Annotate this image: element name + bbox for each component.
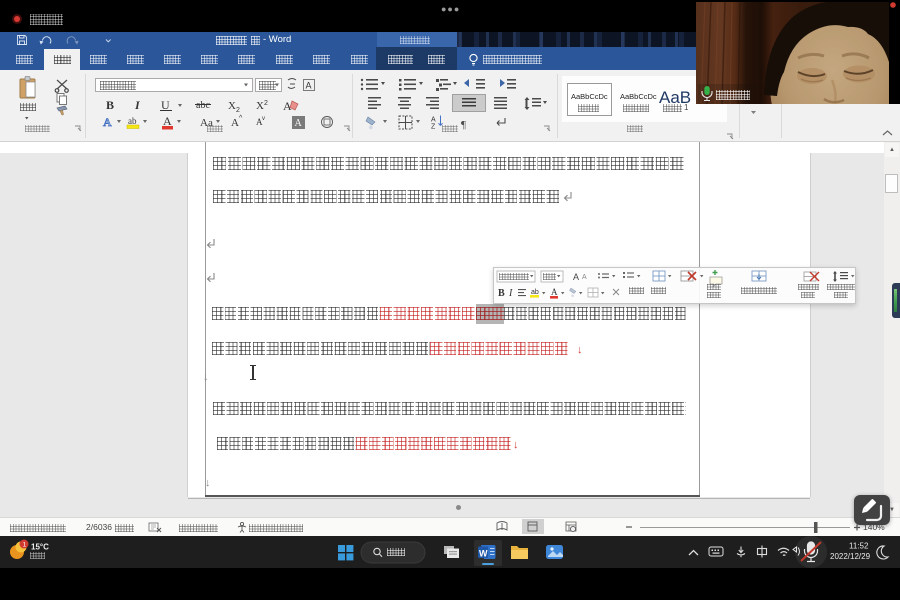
svg-text:A: A — [582, 274, 587, 281]
svg-text:A: A — [295, 118, 303, 129]
svg-text:W: W — [479, 548, 488, 558]
svg-text:A: A — [103, 115, 112, 129]
svg-text:15°C: 15°C — [31, 543, 49, 552]
svg-text:AaBbCcDc: AaBbCcDc — [620, 92, 657, 101]
svg-text:B: B — [106, 98, 114, 112]
svg-text:ab: ab — [531, 289, 539, 296]
svg-text:2: 2 — [236, 107, 240, 114]
svg-text:v: v — [262, 116, 265, 122]
svg-text:Z: Z — [431, 124, 436, 131]
svg-text:¶: ¶ — [461, 119, 466, 131]
svg-text:^: ^ — [239, 115, 243, 122]
svg-text:I: I — [134, 98, 141, 112]
svg-text:1: 1 — [23, 542, 27, 549]
svg-text:A: A — [431, 117, 436, 124]
svg-text:U: U — [161, 98, 170, 112]
svg-text:B: B — [498, 288, 505, 299]
svg-text:X: X — [228, 100, 236, 112]
svg-text:X: X — [256, 100, 264, 112]
svg-text:ab: ab — [128, 116, 137, 126]
svg-text:A: A — [573, 272, 579, 282]
svg-text:AaBbCcDc: AaBbCcDc — [571, 92, 608, 101]
svg-text:abc: abc — [196, 100, 210, 111]
svg-text:A: A — [306, 81, 312, 91]
svg-text:2022/12/29: 2022/12/29 — [830, 552, 871, 561]
svg-text:2: 2 — [264, 100, 268, 107]
svg-text:A: A — [551, 287, 558, 297]
svg-text:A: A — [231, 117, 239, 129]
svg-text:I: I — [508, 288, 513, 299]
svg-text:A: A — [163, 114, 172, 128]
svg-text:11:52: 11:52 — [849, 542, 869, 551]
